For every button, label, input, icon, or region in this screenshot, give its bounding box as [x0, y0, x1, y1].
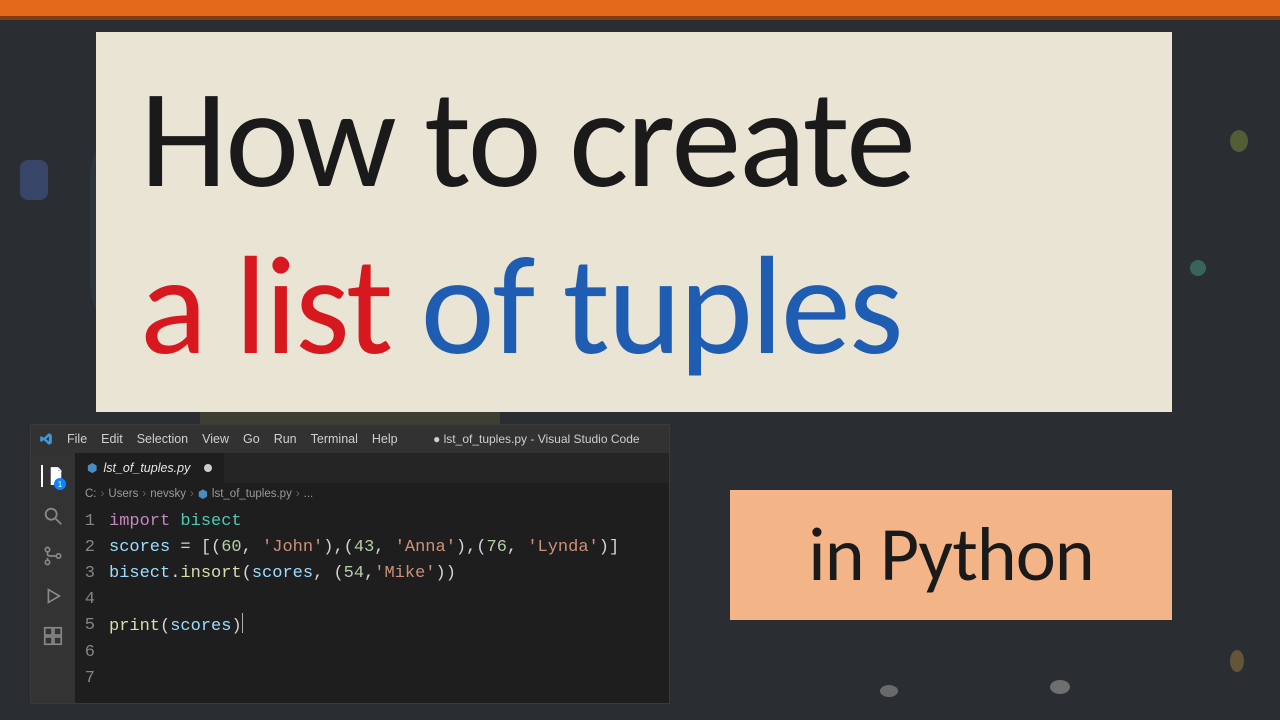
breadcrumb-seg: nevsky	[150, 488, 186, 500]
code-line: import bisect	[109, 509, 242, 535]
menu-help[interactable]: Help	[372, 432, 398, 446]
title-card: How to create a list of tuples	[96, 32, 1172, 412]
python-file-icon: ⬢	[198, 487, 208, 501]
bg-speck	[1190, 260, 1206, 276]
line-number: 1	[75, 509, 109, 535]
menu-run[interactable]: Run	[274, 432, 297, 446]
bg-speck	[1050, 680, 1070, 694]
vscode-titlebar: File Edit Selection View Go Run Terminal…	[31, 425, 669, 453]
title-line2: a list of tuples	[140, 225, 1128, 386]
bg-speck	[1230, 130, 1248, 152]
top-accent-bar	[0, 0, 1280, 20]
menu-view[interactable]: View	[202, 432, 229, 446]
bg-speck	[1230, 650, 1244, 672]
title-line2-red: a list	[140, 220, 391, 391]
bg-speck	[880, 685, 898, 697]
code-editor[interactable]: 1 import bisect 2 scores = [(60, 'John')…	[75, 505, 669, 703]
code-line: bisect.insort(scores, (54,'Mike'))	[109, 561, 456, 587]
editor-area: ⬢ lst_of_tuples.py C:› Users› nevsky› ⬢ …	[75, 453, 669, 703]
menu-file[interactable]: File	[67, 432, 87, 446]
breadcrumb[interactable]: C:› Users› nevsky› ⬢ lst_of_tuples.py› .…	[75, 483, 669, 505]
extensions-icon[interactable]	[42, 625, 64, 647]
language-label: in Python	[808, 509, 1093, 601]
line-number: 3	[75, 561, 109, 587]
bg-speck	[20, 160, 48, 200]
code-line	[109, 666, 119, 692]
menu-selection[interactable]: Selection	[137, 432, 188, 446]
language-box: in Python	[730, 490, 1172, 620]
title-line2-blue: of tuples	[391, 220, 901, 391]
explorer-badge: 1	[54, 478, 66, 490]
breadcrumb-seg: lst_of_tuples.py	[212, 488, 292, 500]
tab-filename: lst_of_tuples.py	[103, 461, 190, 475]
vscode-window: File Edit Selection View Go Run Terminal…	[30, 424, 670, 704]
breadcrumb-seg: C:	[85, 488, 97, 500]
line-number: 6	[75, 640, 109, 666]
tab-lst-of-tuples[interactable]: ⬢ lst_of_tuples.py	[75, 453, 225, 483]
line-number: 7	[75, 666, 109, 692]
line-number: 4	[75, 587, 109, 613]
tab-bar: ⬢ lst_of_tuples.py	[75, 453, 669, 483]
menu-go[interactable]: Go	[243, 432, 260, 446]
search-icon[interactable]	[42, 505, 64, 527]
menu-terminal[interactable]: Terminal	[311, 432, 358, 446]
menu-edit[interactable]: Edit	[101, 432, 123, 446]
code-line: scores = [(60, 'John'),(43, 'Anna'),(76,…	[109, 535, 619, 561]
breadcrumb-seg: ...	[304, 488, 314, 500]
menubar: File Edit Selection View Go Run Terminal…	[67, 432, 398, 446]
explorer-icon[interactable]: 1	[41, 465, 63, 487]
title-line1: How to create	[140, 58, 1128, 219]
activity-bar: 1	[31, 453, 75, 703]
code-line	[109, 640, 119, 666]
line-number: 2	[75, 535, 109, 561]
code-line	[109, 587, 119, 613]
run-debug-icon[interactable]	[42, 585, 64, 607]
code-line: print(scores)	[109, 613, 243, 640]
vscode-logo-icon	[39, 432, 53, 446]
breadcrumb-seg: Users	[108, 488, 138, 500]
line-number: 5	[75, 613, 109, 640]
modified-dot-icon	[204, 464, 212, 472]
window-title: ● lst_of_tuples.py - Visual Studio Code	[412, 432, 661, 446]
source-control-icon[interactable]	[42, 545, 64, 567]
python-file-icon: ⬢	[87, 461, 97, 475]
